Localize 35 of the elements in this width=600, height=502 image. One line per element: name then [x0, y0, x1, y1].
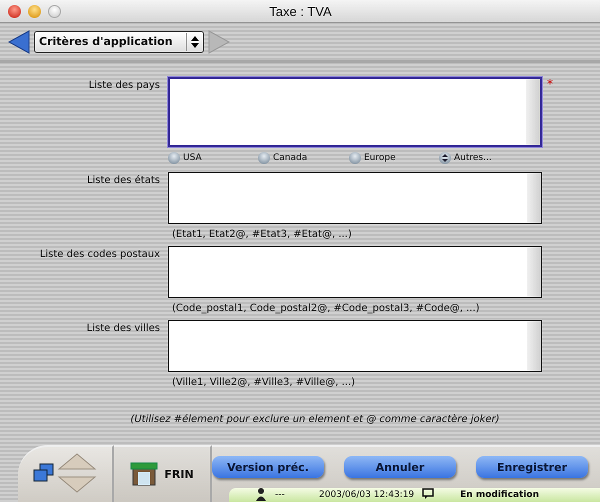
status-user: --- — [275, 490, 286, 500]
action-button[interactable]: Enregistrer — [476, 456, 588, 478]
person-icon — [255, 486, 267, 502]
option-label: Canada — [273, 153, 308, 163]
close-button[interactable] — [8, 4, 21, 18]
action-button[interactable]: Version préc. — [212, 456, 324, 478]
radio-button[interactable] — [349, 152, 361, 164]
popup-arrows-icon[interactable] — [439, 152, 451, 164]
status-datetime: 2003/06/03 12:43:19 — [319, 490, 414, 500]
text-area[interactable] — [168, 172, 542, 224]
view-selector[interactable]: Critères d'application — [34, 30, 204, 52]
action-button[interactable]: Annuler — [344, 456, 456, 478]
field-label: Liste des états — [86, 174, 161, 188]
zoom-button[interactable] — [48, 4, 61, 18]
option-label: Autres... — [454, 153, 492, 163]
option-label: Europe — [364, 153, 396, 163]
required-mark: * — [547, 77, 553, 91]
radio-button[interactable] — [168, 152, 180, 164]
text-area[interactable] — [168, 246, 542, 298]
status-mode: En modification — [460, 490, 539, 500]
field-hint: (Code_postal1, Code_postal2@, #Code_postal3, #Code@, ...) — [171, 302, 481, 314]
field-hint: (Etat1, Etat2@, #Etat3, #Etat@, ...) — [171, 228, 353, 240]
user-name: FRIN — [164, 468, 194, 481]
text-area[interactable] — [168, 320, 542, 372]
field-label: Liste des codes postaux — [38, 248, 161, 262]
field-hint: (Ville1, Ville2@, #Ville3, #Ville@, ...) — [171, 376, 356, 388]
text-area[interactable] — [168, 77, 542, 147]
speech-bubble-icon — [422, 488, 434, 502]
field-label: Liste des pays — [88, 79, 161, 93]
back-arrow-icon[interactable] — [8, 30, 30, 54]
window-title: Taxe : TVA — [268, 4, 333, 18]
field-label: Liste des villes — [86, 322, 161, 336]
option-label: USA — [183, 153, 202, 163]
radio-button[interactable] — [258, 152, 270, 164]
help-note: (Utilisez #élement pour exclure un element et @ comme caractère joker) — [129, 414, 501, 425]
